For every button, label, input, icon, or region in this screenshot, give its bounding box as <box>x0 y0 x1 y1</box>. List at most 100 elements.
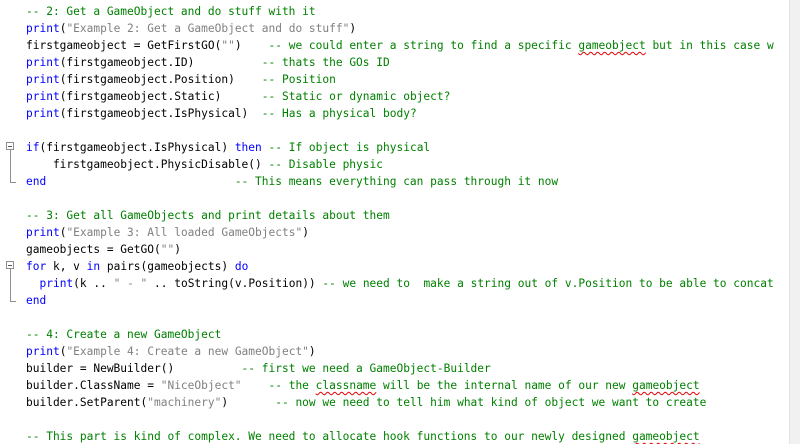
line-text: print("Example 3: All loaded GameObjects… <box>26 224 309 241</box>
code-token: pairs(gameobjects) <box>100 260 235 273</box>
comment-token: gameobject <box>578 39 646 52</box>
fold-guide <box>10 173 11 182</box>
code-line[interactable]: print("Example 2: Get a GameObject and d… <box>0 20 789 37</box>
line-text: print("Example 4: Create a new GameObjec… <box>26 343 316 360</box>
code-line[interactable]: builder.SetParent("machinery") -- now we… <box>0 394 789 411</box>
comment-token: -- the <box>268 379 316 392</box>
code-line[interactable]: -- This part is kind of complex. We need… <box>0 428 789 444</box>
comment-token: -- first we need a GameObject-Builder <box>241 362 491 375</box>
code-editor[interactable]: -- 2: Get a GameObject and do stuff with… <box>0 0 800 444</box>
comment-token: gameobject <box>632 379 700 392</box>
comment-token: -- 4: Create a new GameObject <box>26 328 222 341</box>
comment-token: -- now we need to tell him what kind of … <box>275 396 707 409</box>
code-token: firstgameobject.PhysicDisable() <box>26 158 269 171</box>
comment-token: -- thats the GOs ID <box>261 56 390 69</box>
string-token: "" <box>221 39 235 52</box>
line-text: -- 4: Create a new GameObject <box>26 326 221 343</box>
code-line[interactable]: print(k .. " - " .. toString(v.Position)… <box>0 275 789 292</box>
code-token: ) <box>349 22 357 35</box>
code-line[interactable] <box>0 190 789 207</box>
code-line[interactable]: builder.ClassName = "NiceObject" -- the … <box>0 377 789 394</box>
code-line[interactable]: -- 3: Get all GameObjects and print deta… <box>0 207 789 224</box>
comment-token: but in this case w <box>645 39 774 52</box>
code-line[interactable]: builder = NewBuilder() -- first we need … <box>0 360 789 377</box>
code-area[interactable]: -- 2: Get a GameObject and do stuff with… <box>0 3 789 444</box>
code-token: ) <box>174 243 181 256</box>
string-token: "Example 4: Create a new GameObject" <box>66 345 309 358</box>
keyword-token: end <box>26 175 47 188</box>
code-token: builder.ClassName = <box>26 379 161 392</box>
function-token: print <box>26 226 60 239</box>
line-text: print(k .. " - " .. toString(v.Position)… <box>26 275 773 292</box>
line-text: -- 2: Get a GameObject and do stuff with… <box>26 3 316 20</box>
code-line[interactable]: firstgameobject.PhysicDisable() -- Disab… <box>0 156 789 173</box>
comment-token: -- If object is physical <box>268 141 431 154</box>
fold-end-marker <box>10 182 16 183</box>
code-line[interactable]: if(firstgameobject.IsPhysical) then -- I… <box>0 139 789 156</box>
code-line[interactable]: -- 4: Create a new GameObject <box>0 326 789 343</box>
line-text: end -- This means everything can pass th… <box>26 173 558 190</box>
string-token: "machinery" <box>147 396 222 409</box>
fold-guide <box>10 275 11 292</box>
code-line[interactable]: print(firstgameobject.Static) -- Static … <box>0 88 789 105</box>
line-text: firstgameobject.PhysicDisable() -- Disab… <box>26 156 383 173</box>
line-text: builder = NewBuilder() -- first we need … <box>26 360 491 377</box>
line-text: print(firstgameobject.Static) -- Static … <box>26 88 450 105</box>
comment-token: -- Static or dynamic object? <box>261 90 451 103</box>
code-line[interactable]: end -- This means everything can pass th… <box>0 173 789 190</box>
keyword-token: in <box>86 260 101 273</box>
code-line[interactable]: print("Example 4: Create a new GameObjec… <box>0 343 789 360</box>
code-line[interactable] <box>0 122 789 139</box>
code-line[interactable]: for k, v in pairs(gameobjects) do <box>0 258 789 275</box>
comment-token: -- This means everything can pass throug… <box>234 175 559 188</box>
keyword-token: do <box>234 260 249 273</box>
function-token: print <box>26 56 60 69</box>
keyword-token: then <box>234 141 262 154</box>
code-token: ) <box>221 396 276 409</box>
code-line[interactable]: print(firstgameobject.Position) -- Posit… <box>0 71 789 88</box>
string-token: "" <box>160 243 175 256</box>
code-line[interactable] <box>0 309 789 326</box>
code-line[interactable]: print(firstgameobject.IsPhysical) -- Has… <box>0 105 789 122</box>
code-line[interactable]: print("Example 3: All loaded GameObjects… <box>0 224 789 241</box>
code-token: (firstgameobject.IsPhysical) <box>59 107 262 120</box>
string-token: "Example 3: All loaded GameObjects" <box>66 226 303 239</box>
keyword-token: if <box>26 141 40 154</box>
code-line[interactable]: firstgameobject = GetFirstGO("") -- we c… <box>0 37 789 54</box>
fold-collapse-icon[interactable] <box>6 261 14 269</box>
code-line[interactable]: -- 2: Get a GameObject and do stuff with… <box>0 3 789 20</box>
fold-end-marker <box>10 301 16 302</box>
string-token: "NiceObject" <box>160 379 242 392</box>
line-text: for k, v in pairs(gameobjects) do <box>26 258 248 275</box>
fold-collapse-icon[interactable] <box>6 142 14 150</box>
code-token: ) <box>234 39 269 52</box>
line-text: -- 3: Get all GameObjects and print deta… <box>26 207 390 224</box>
function-token: print <box>26 345 60 358</box>
comment-token: gameobject <box>632 430 700 443</box>
code-token: (firstgameobject.Position) <box>59 73 262 86</box>
keyword-token: end <box>26 294 47 307</box>
code-line[interactable] <box>0 411 789 428</box>
code-token: ) <box>308 345 316 358</box>
comment-token: -- Position <box>261 73 336 86</box>
code-line[interactable]: gameobjects = GetGO("") <box>0 241 789 258</box>
code-token: firstgameobject = GetFirstGO( <box>26 39 222 52</box>
comment-token: classname <box>315 379 377 392</box>
string-token: "Example 2: Get a GameObject and do stuf… <box>66 22 350 35</box>
line-text: print(firstgameobject.ID) -- thats the G… <box>26 54 390 71</box>
keyword-token: for <box>26 260 47 273</box>
code-line[interactable]: end <box>0 292 789 309</box>
fold-guide <box>10 292 11 301</box>
code-token: gameobjects = GetGO( <box>26 243 161 256</box>
vertical-scrollbar[interactable] <box>789 0 800 444</box>
line-text: print(firstgameobject.IsPhysical) -- Has… <box>26 105 417 122</box>
line-text: print("Example 2: Get a GameObject and d… <box>26 20 356 37</box>
line-text: -- This part is kind of complex. We need… <box>26 428 700 444</box>
code-token: (k .. <box>73 277 114 290</box>
code-line[interactable]: print(firstgameobject.ID) -- thats the G… <box>0 54 789 71</box>
function-token: print <box>26 107 60 120</box>
